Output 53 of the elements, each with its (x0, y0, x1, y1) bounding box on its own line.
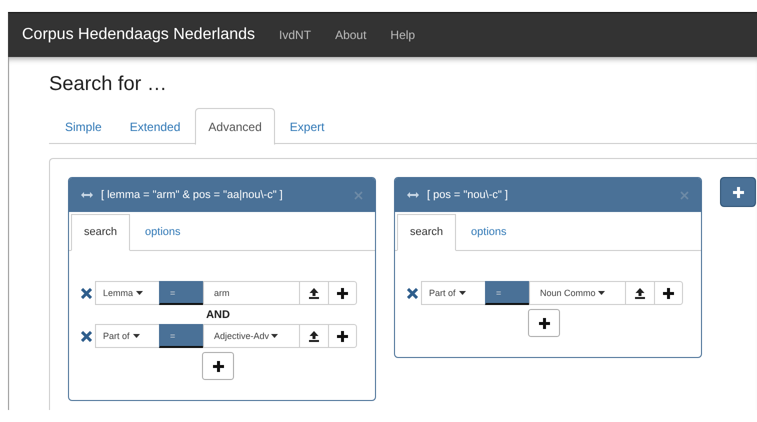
upload-button[interactable] (299, 324, 328, 348)
plus-icon (337, 330, 348, 342)
query-title: [ lemma = "arm" & pos = "aa|nou\-c" ] (101, 189, 284, 201)
tab[interactable]: options (132, 214, 194, 250)
connector-label: AND (205, 308, 231, 323)
upload-icon (635, 288, 645, 298)
operator-button[interactable]: = (485, 281, 529, 305)
resize-arrows-icon (81, 192, 93, 198)
field-dropdown[interactable]: Part of (421, 281, 485, 305)
page-heading: Search for … (48, 72, 168, 96)
tab[interactable]: Extended (116, 108, 194, 144)
upload-button[interactable] (299, 281, 328, 305)
value-field[interactable]: arm (203, 281, 299, 305)
tab[interactable]: search (71, 214, 130, 251)
add-clause-button[interactable] (202, 352, 234, 380)
delete-icon[interactable] (81, 288, 92, 298)
upload-icon (309, 330, 319, 342)
value-dropdown[interactable]: Adjective-Adv (203, 324, 299, 348)
tab[interactable]: Advanced (195, 108, 275, 145)
caret-icon (598, 291, 605, 295)
operator-button[interactable]: = (159, 324, 203, 348)
tab[interactable]: options (458, 214, 520, 250)
nav-link[interactable]: IvdNT (267, 28, 324, 42)
add-button[interactable] (328, 281, 357, 305)
plus-icon (663, 288, 674, 298)
add-block-button[interactable] (720, 177, 756, 207)
add-clause-button[interactable] (528, 309, 560, 337)
upload-icon (309, 288, 319, 298)
brand-title[interactable]: Corpus Hedendaags Nederlands (22, 26, 256, 44)
add-button[interactable] (654, 281, 683, 305)
tab[interactable]: search (397, 214, 456, 251)
nav-link[interactable]: Help (378, 28, 428, 42)
upload-button[interactable] (625, 281, 654, 305)
caret-icon (136, 291, 144, 295)
value-dropdown[interactable]: Noun Commo (529, 281, 625, 305)
caret-icon (458, 291, 466, 295)
delete-icon[interactable] (407, 288, 418, 298)
query-title: [ pos = "nou\-c" ] (427, 189, 509, 201)
caret-icon (271, 334, 278, 338)
resize-arrows-icon (407, 192, 419, 198)
add-button[interactable] (328, 324, 357, 348)
plus-icon (212, 360, 224, 372)
nav-link[interactable]: About (323, 28, 378, 42)
field-dropdown[interactable]: Part of (95, 324, 159, 348)
plus-icon (732, 186, 744, 198)
delete-icon[interactable] (81, 330, 92, 342)
operator-button[interactable]: = (159, 281, 203, 305)
plus-icon (337, 288, 348, 298)
caret-icon (132, 334, 140, 338)
field-dropdown[interactable]: Lemma (95, 281, 159, 305)
tab[interactable]: Expert (276, 108, 338, 144)
plus-icon (538, 318, 550, 328)
tab[interactable]: Simple (52, 108, 115, 144)
